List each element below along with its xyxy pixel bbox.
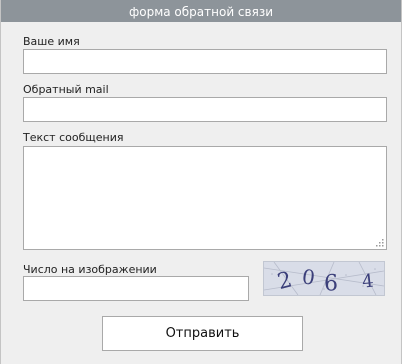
name-input[interactable] <box>23 49 387 74</box>
message-textarea[interactable] <box>23 146 387 250</box>
captcha-digit: 0 <box>301 264 317 290</box>
captcha-input[interactable] <box>23 276 249 301</box>
captcha-digit: 2 <box>275 267 295 295</box>
captcha-label: Число на изображении <box>23 263 157 276</box>
captcha-graphic: 2 0 9 4 <box>264 262 384 295</box>
captcha-digit: 4 <box>361 270 375 292</box>
feedback-form: форма обратной связи Ваше имя Обратный m… <box>0 0 402 364</box>
message-label: Текст сообщения <box>23 131 124 144</box>
email-label: Обратный mail <box>23 83 109 96</box>
captcha-digit: 9 <box>324 268 338 293</box>
form-title: форма обратной связи <box>1 0 401 22</box>
name-label: Ваше имя <box>23 35 80 48</box>
resize-grip-icon[interactable] <box>375 238 384 247</box>
captcha-image: 2 0 9 4 <box>263 261 385 296</box>
email-input[interactable] <box>23 97 387 122</box>
message-field-wrap <box>23 146 387 250</box>
submit-button[interactable]: Отправить <box>102 316 303 351</box>
